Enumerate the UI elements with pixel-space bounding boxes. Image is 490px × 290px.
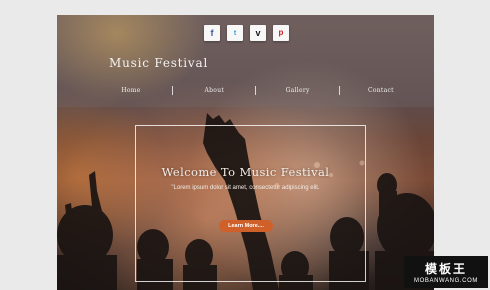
facebook-icon[interactable]: f	[204, 25, 220, 41]
vimeo-icon[interactable]: v	[250, 25, 266, 41]
social-links: f t v p	[204, 25, 289, 41]
hero-background: f t v p Music Festival Home About Galler…	[57, 15, 434, 290]
twitter-icon[interactable]: t	[227, 25, 243, 41]
watermark-cn: 模板王	[424, 262, 467, 276]
nav-about[interactable]: About	[184, 87, 244, 94]
nav-divider	[172, 86, 174, 95]
hero-title: Welcome To Music Festival	[161, 165, 330, 179]
pinterest-icon[interactable]: p	[273, 25, 289, 41]
nav-home[interactable]: Home	[101, 87, 161, 94]
nav-divider	[338, 86, 340, 95]
nav-contact[interactable]: Contact	[351, 87, 411, 94]
nav-divider	[255, 86, 257, 95]
brand-title[interactable]: Music Festival	[109, 56, 208, 70]
nav-gallery[interactable]: Gallery	[268, 87, 328, 94]
watermark-logo: 模板王 MOBANWANG.COM	[404, 256, 488, 288]
learn-more-button[interactable]: Learn More....	[219, 220, 273, 232]
main-nav: Home About Gallery Contact	[101, 86, 411, 95]
watermark-en: MOBANWANG.COM	[414, 278, 478, 284]
hero-subtitle: "Lorem ipsum dolor sit amet, consectetur…	[171, 185, 320, 191]
hero-frame	[135, 125, 366, 282]
